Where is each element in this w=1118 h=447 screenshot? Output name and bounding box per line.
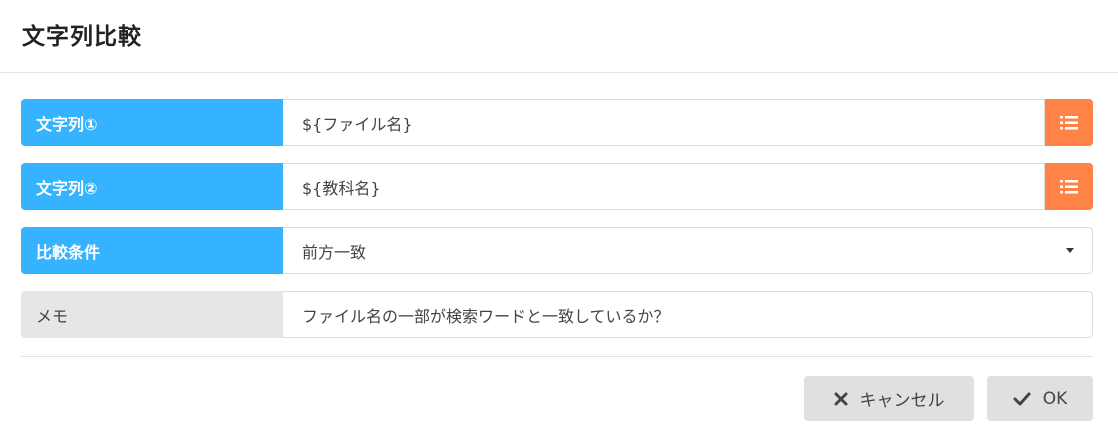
dialog-body: 文字列① ${ファイル名} 文字列② ${教科名} 比較条件 前方一致 メモ フ…: [0, 73, 1118, 338]
memo-row: メモ ファイル名の一部が検索ワードと一致しているか？: [21, 291, 1093, 338]
dialog-footer: キャンセル OK: [804, 376, 1093, 421]
ok-label: OK: [1042, 388, 1068, 409]
string-compare-dialog: 文字列比較 文字列① ${ファイル名} 文字列② ${教科名} 比較条件 前方一…: [0, 0, 1118, 447]
string1-list-button[interactable]: [1045, 99, 1093, 146]
string2-value: ${教科名}: [302, 178, 381, 198]
string2-label: 文字列②: [21, 163, 283, 210]
string2-row: 文字列② ${教科名}: [21, 163, 1093, 210]
condition-select[interactable]: 前方一致: [283, 227, 1093, 274]
ok-button[interactable]: OK: [987, 376, 1093, 421]
string1-value: ${ファイル名}: [302, 114, 413, 134]
footer-divider: [21, 356, 1093, 357]
condition-row: 比較条件 前方一致: [21, 227, 1093, 274]
dialog-title: 文字列比較: [22, 24, 142, 50]
condition-label: 比較条件: [21, 227, 283, 274]
string1-input[interactable]: ${ファイル名}: [283, 99, 1045, 146]
dialog-header: 文字列比較: [0, 0, 1118, 73]
memo-label: メモ: [21, 291, 283, 338]
memo-input[interactable]: ファイル名の一部が検索ワードと一致しているか？: [283, 291, 1093, 338]
cancel-label: キャンセル: [859, 391, 945, 411]
string1-label: 文字列①: [21, 99, 283, 146]
check-icon: [1013, 392, 1031, 406]
caret-down-icon: [1066, 248, 1074, 253]
cancel-button[interactable]: キャンセル: [804, 376, 974, 421]
condition-value: 前方一致: [302, 242, 367, 262]
string2-list-button[interactable]: [1045, 163, 1093, 210]
string2-input[interactable]: ${教科名}: [283, 163, 1045, 210]
memo-value: ファイル名の一部が検索ワードと一致しているか？: [302, 306, 670, 326]
string1-row: 文字列① ${ファイル名}: [21, 99, 1093, 146]
list-icon: [1060, 179, 1078, 193]
close-icon: [834, 392, 848, 406]
list-icon: [1060, 115, 1078, 129]
